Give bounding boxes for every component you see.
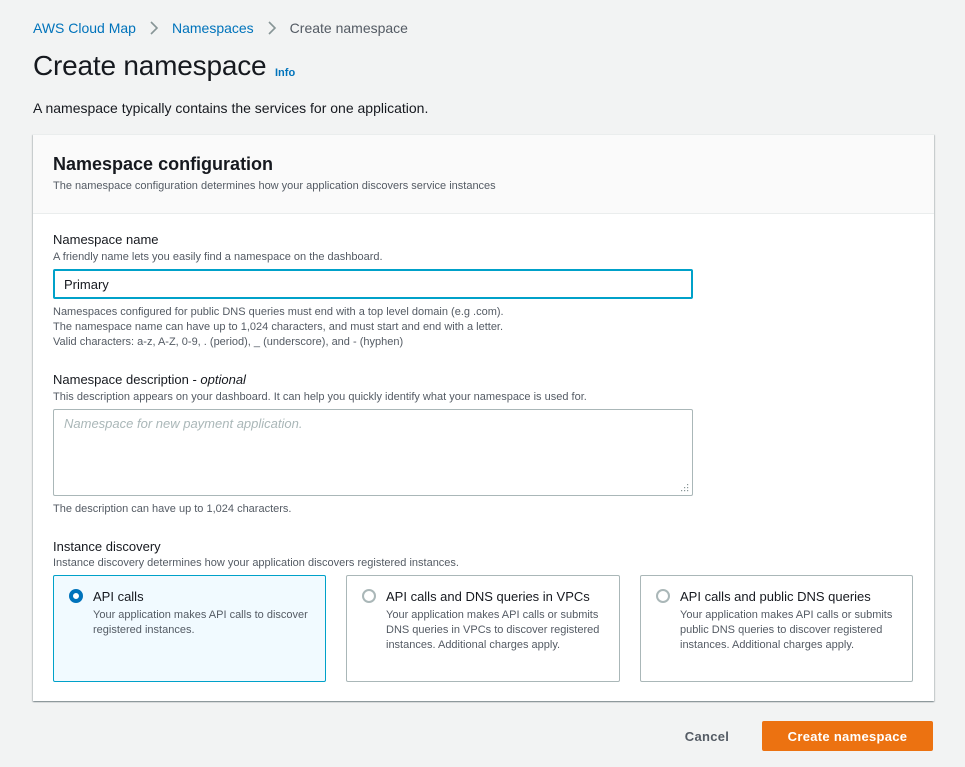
resize-grip-icon[interactable] — [680, 483, 689, 492]
chevron-right-icon — [254, 19, 290, 37]
namespace-description-help: This description appears on your dashboa… — [53, 391, 587, 403]
namespace-description-input[interactable] — [53, 409, 693, 496]
discovery-option-description: Your application makes API calls or subm… — [386, 609, 600, 651]
discovery-option-description: Your application makes API calls or subm… — [680, 609, 893, 651]
instance-discovery-label: Instance discovery — [53, 539, 161, 554]
discovery-option-title: API calls and public DNS queries — [680, 589, 871, 604]
namespace-configuration-panel: Namespace configuration The namespace co… — [33, 134, 934, 701]
namespace-name-label: Namespace name — [53, 232, 159, 247]
info-link[interactable]: Info — [275, 67, 295, 79]
namespace-description-hint: The description can have up to 1,024 cha… — [53, 503, 292, 515]
namespace-name-hint: Namespaces configured for public DNS que… — [53, 306, 504, 318]
page-title: Create namespace — [33, 50, 267, 81]
discovery-option-api-public-dns[interactable]: API calls and public DNS queries Your ap… — [640, 575, 913, 682]
radio-button[interactable] — [362, 589, 376, 603]
panel-title: Namespace configuration — [53, 154, 274, 174]
namespace-name-input[interactable] — [53, 269, 693, 299]
namespace-name-hint: The namespace name can have up to 1,024 … — [53, 321, 504, 333]
namespace-name-hints: Namespaces configured for public DNS que… — [53, 305, 504, 350]
namespace-name-hint: Valid characters: a-z, A-Z, 0-9, . (peri… — [53, 336, 404, 348]
namespace-description-label-text: Namespace description - — [53, 372, 201, 387]
discovery-option-api-dns-vpc[interactable]: API calls and DNS queries in VPCs Your a… — [346, 575, 620, 682]
breadcrumb-current: Create namespace — [289, 20, 408, 36]
discovery-option-description: Your application makes API calls to disc… — [93, 609, 308, 636]
namespace-description-label: Namespace description - optional — [53, 372, 246, 387]
discovery-option-title: API calls and DNS queries in VPCs — [386, 589, 590, 604]
panel-subtitle: The namespace configuration determines h… — [53, 180, 496, 192]
page-description: A namespace typically contains the servi… — [33, 100, 429, 116]
instance-discovery-description: Instance discovery determines how your a… — [53, 557, 459, 569]
chevron-right-icon — [136, 19, 172, 37]
breadcrumb-namespaces[interactable]: Namespaces — [172, 20, 254, 36]
namespace-name-description: A friendly name lets you easily find a n… — [53, 251, 383, 263]
discovery-option-api-calls[interactable]: API calls Your application makes API cal… — [53, 575, 326, 682]
create-namespace-button[interactable]: Create namespace — [762, 721, 933, 751]
discovery-option-title: API calls — [93, 589, 144, 604]
optional-label: optional — [200, 372, 246, 387]
breadcrumb-aws-cloud-map[interactable]: AWS Cloud Map — [33, 20, 136, 36]
radio-button-selected[interactable] — [69, 589, 83, 603]
panel-header: Namespace configuration The namespace co… — [33, 135, 934, 214]
radio-button[interactable] — [656, 589, 670, 603]
breadcrumb: AWS Cloud Map Namespaces Create namespac… — [33, 19, 408, 37]
cancel-button[interactable]: Cancel — [668, 721, 746, 751]
